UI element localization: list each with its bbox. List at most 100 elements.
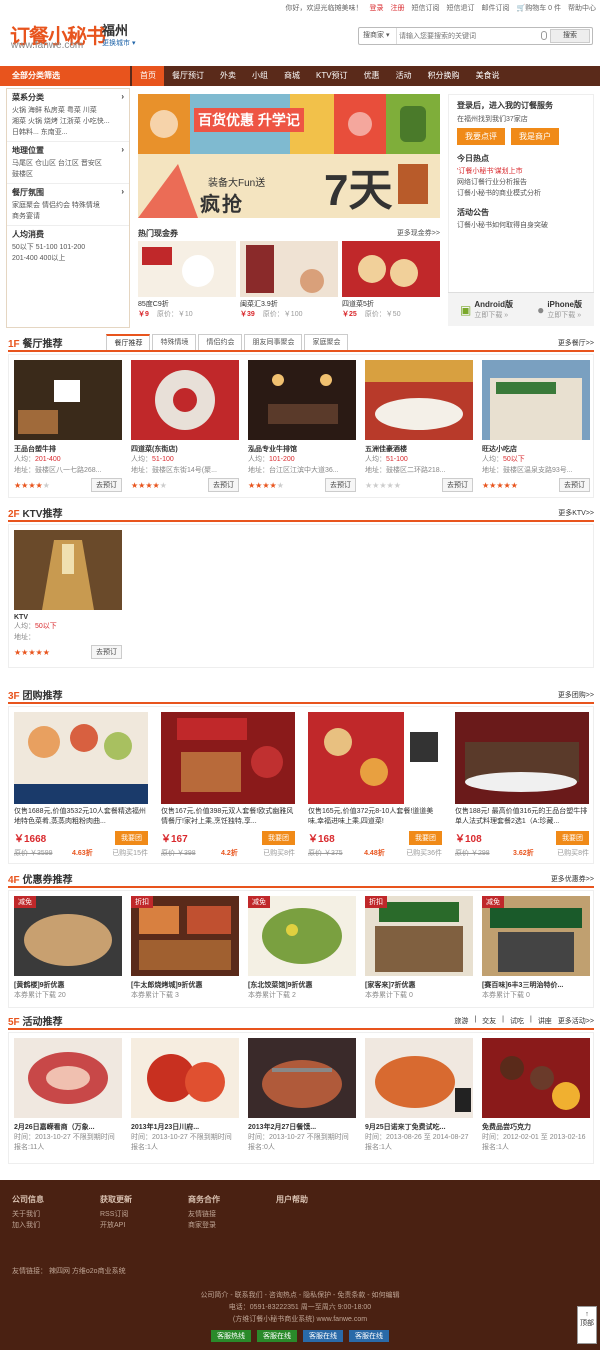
more-events-link[interactable]: 更多活动>> bbox=[558, 1016, 594, 1028]
footer-link[interactable]: 友情链接 bbox=[188, 1211, 216, 1218]
more-coupons-link[interactable]: 更多优惠券>> bbox=[551, 874, 594, 886]
friend-links[interactable]: 友情链接： 辣四网 方维o2o商业系统 bbox=[12, 1266, 126, 1276]
restaurant-card[interactable]: 泓品专业牛排馆 人均：101-200 地址：台江区江滨中大道36... ★★★★… bbox=[248, 360, 356, 492]
reserve-button[interactable]: 去预订 bbox=[208, 478, 239, 492]
location-link[interactable]: 仓山区 bbox=[35, 160, 56, 167]
search-type-select[interactable]: 搜商家 ▾ bbox=[359, 28, 397, 44]
tab-couple[interactable]: 情侣约会 bbox=[198, 334, 243, 350]
groupbuy-button[interactable]: 我要团 bbox=[409, 830, 442, 845]
email-subscribe-link[interactable]: 邮件订阅 bbox=[481, 3, 509, 13]
restaurant-card[interactable]: 王品台塑牛排 人均：201-400 地址：鼓楼区八一七路268... ★★★★★… bbox=[14, 360, 122, 492]
footer-link[interactable]: 商家登录 bbox=[188, 1222, 216, 1229]
ktv-card[interactable]: KTV 人均：50以下 地址： ★★★★★ 去预订 bbox=[14, 530, 122, 662]
location-link[interactable]: 晋安区 bbox=[81, 160, 102, 167]
restaurant-card[interactable]: 五洲佳豪酒楼 人均：51-100 地址：鼓楼区二环路218... ★★★★★ 去预… bbox=[365, 360, 473, 492]
filter-tasting[interactable]: 试吃 bbox=[510, 1016, 524, 1026]
cuisine-link[interactable]: 东南亚... bbox=[41, 129, 68, 136]
location-link[interactable]: 鼓楼区 bbox=[12, 171, 33, 178]
more-groupbuy-link[interactable]: 更多团购>> bbox=[558, 690, 594, 702]
price-link[interactable]: 400以上 bbox=[40, 255, 66, 262]
discount-card[interactable]: 减免 [东北饺菜馆]9折优惠 本券累计下载 2 bbox=[248, 896, 356, 1002]
reserve-button[interactable]: 去预订 bbox=[91, 478, 122, 492]
event-card[interactable]: 2013年1月23日川府... 时间：2013-10-27 不限到期时间 报名:… bbox=[131, 1038, 239, 1158]
cuisine-link[interactable]: 海鲜 bbox=[28, 107, 42, 114]
cuisine-link[interactable]: 川菜 bbox=[83, 107, 97, 114]
reserve-button[interactable]: 去预订 bbox=[559, 478, 590, 492]
microphone-icon[interactable] bbox=[541, 31, 547, 40]
groupbuy-card[interactable]: 仅售165元,价值372元8-10人套餐!道道美味,幸福进味上乘,四道菜! ￥1… bbox=[308, 712, 442, 858]
search-input[interactable] bbox=[399, 28, 549, 44]
groupbuy-card[interactable]: 仅售188元! 最高价值316元的王品台塑牛排单人法式料理套餐2选1（A:珍藏.… bbox=[455, 712, 589, 858]
reserve-button[interactable]: 去预订 bbox=[325, 478, 356, 492]
event-card[interactable]: 9月25日诺来丁免费试吃... 时间：2013-08-26 至 2014-08-… bbox=[365, 1038, 473, 1158]
register-link[interactable]: 注册 bbox=[390, 3, 404, 13]
service-badge[interactable]: 客服热线 bbox=[211, 1330, 251, 1342]
groupbuy-button[interactable]: 我要团 bbox=[262, 830, 295, 845]
hot-link[interactable]: 订餐小秘书的商业模式分析 bbox=[457, 190, 541, 197]
cuisine-link[interactable]: 火锅 bbox=[12, 107, 26, 114]
cuisine-link[interactable]: 烧烤 bbox=[44, 118, 58, 125]
tab-special[interactable]: 特殊情境 bbox=[152, 334, 197, 350]
coupon-card[interactable]: 四道菜5折 ￥25 原价：￥50 bbox=[342, 241, 440, 319]
hot-link[interactable]: '订餐小秘书'谋划上市 bbox=[457, 168, 523, 175]
price-link[interactable]: 201-400 bbox=[12, 255, 38, 262]
cuisine-link[interactable]: 小吃快... bbox=[83, 118, 110, 125]
groupbuy-button[interactable]: 我要团 bbox=[556, 830, 589, 845]
nav-item-ktv[interactable]: KTV预订 bbox=[308, 66, 356, 86]
review-button[interactable]: 我要点评 bbox=[457, 128, 505, 145]
price-link[interactable]: 51-100 bbox=[36, 244, 58, 251]
sms-unsubscribe-link[interactable]: 短信退订 bbox=[446, 3, 474, 13]
reserve-button[interactable]: 去预订 bbox=[442, 478, 473, 492]
price-link[interactable]: 101-200 bbox=[60, 244, 86, 251]
footer-link[interactable]: RSS订阅 bbox=[100, 1211, 128, 1218]
iphone-download[interactable]: ● iPhone版 立即下载 » bbox=[537, 299, 582, 320]
discount-card[interactable]: 减免 [赛百味]6丰3三明治特价... 本券累计下载 0 bbox=[482, 896, 590, 1002]
nav-item-restaurant[interactable]: 餐厅预订 bbox=[164, 66, 212, 86]
tab-restaurant[interactable]: 餐厅推荐 bbox=[106, 334, 151, 350]
cuisine-link[interactable]: 江浙菜 bbox=[60, 118, 81, 125]
nav-item-deals[interactable]: 优惠 bbox=[356, 66, 388, 86]
android-download[interactable]: ▣ Android版 立即下载 » bbox=[460, 299, 513, 320]
coupon-card[interactable]: 85度C9折 ￥9 原价：￥10 bbox=[138, 241, 236, 319]
merchant-button[interactable]: 我是商户 bbox=[511, 128, 559, 145]
footer-nav[interactable]: 公司简介 - 联系我们 - 咨询热点 - 隐私保护 - 免责条款 - 如何编辑 bbox=[0, 1290, 600, 1302]
nav-item-takeout[interactable]: 外卖 bbox=[212, 66, 244, 86]
sms-subscribe-link[interactable]: 短信订阅 bbox=[411, 3, 439, 13]
footer-link[interactable]: 开放API bbox=[100, 1222, 125, 1229]
nav-item-points[interactable]: 积分换购 bbox=[420, 66, 468, 86]
nav-item-food-talk[interactable]: 美食说 bbox=[468, 66, 508, 86]
filter-travel[interactable]: 旅游 bbox=[454, 1016, 468, 1026]
service-badge[interactable]: 客服在线 bbox=[257, 1330, 297, 1342]
help-link[interactable]: 帮助中心 bbox=[568, 3, 596, 13]
cuisine-link[interactable]: 粤菜 bbox=[67, 107, 81, 114]
nav-item-mall[interactable]: 商城 bbox=[276, 66, 308, 86]
promo-banner[interactable]: 百货优惠 升学记 装备大Fun送 疯抢 7天 bbox=[138, 94, 440, 218]
city-switch-link[interactable]: 更换城市 ▾ bbox=[102, 38, 135, 48]
nav-item-events[interactable]: 活动 bbox=[388, 66, 420, 86]
nav-item-home[interactable]: 首页 bbox=[132, 66, 164, 86]
service-badge[interactable]: 客服在线 bbox=[303, 1330, 343, 1342]
cuisine-link[interactable]: 私房菜 bbox=[44, 107, 65, 114]
groupbuy-card[interactable]: 仅售167元,价值398元双人套餐!欧式幽雅风情餐厅!家衬上乘,烹饪独特,享..… bbox=[161, 712, 295, 858]
discount-card[interactable]: 折扣 [牛太郎烧烤城]9折优惠 本券累计下载 3 bbox=[131, 896, 239, 1002]
nav-item-group[interactable]: 小组 bbox=[244, 66, 276, 86]
footer-link[interactable]: 加入我们 bbox=[12, 1222, 40, 1229]
cart-link[interactable]: 🛒购物车 0 件 bbox=[516, 3, 561, 13]
login-link[interactable]: 登录 bbox=[369, 3, 383, 13]
filter-social[interactable]: 交友 bbox=[482, 1016, 496, 1026]
discount-card[interactable]: 减免 [黄鹤楼]9折优惠 本券累计下载 20 bbox=[14, 896, 122, 1002]
ambience-link[interactable]: 家庭聚会 bbox=[12, 202, 40, 209]
tab-friends[interactable]: 朋友同事聚会 bbox=[244, 334, 303, 350]
discount-card[interactable]: 折扣 [家客来]7折优惠 本券累计下载 0 bbox=[365, 896, 473, 1002]
restaurant-card[interactable]: 四道菜(东街店) 人均：51-100 地址：鼓楼区东街14号(聚... ★★★★… bbox=[131, 360, 239, 492]
all-categories-button[interactable]: 全部分类筛选 bbox=[0, 66, 130, 86]
more-restaurants-link[interactable]: 更多餐厅>> bbox=[558, 338, 594, 350]
footer-link[interactable]: 关于我们 bbox=[12, 1211, 40, 1218]
cuisine-link[interactable]: 火锅 bbox=[28, 118, 42, 125]
service-badge[interactable]: 客服在线 bbox=[349, 1330, 389, 1342]
filter-lecture[interactable]: 讲座 bbox=[538, 1016, 552, 1026]
location-link[interactable]: 马尾区 bbox=[12, 160, 33, 167]
tab-family[interactable]: 家庭聚会 bbox=[304, 334, 349, 350]
cuisine-link[interactable]: 湘菜 bbox=[12, 118, 26, 125]
ambience-link[interactable]: 情侣约会 bbox=[42, 202, 70, 209]
